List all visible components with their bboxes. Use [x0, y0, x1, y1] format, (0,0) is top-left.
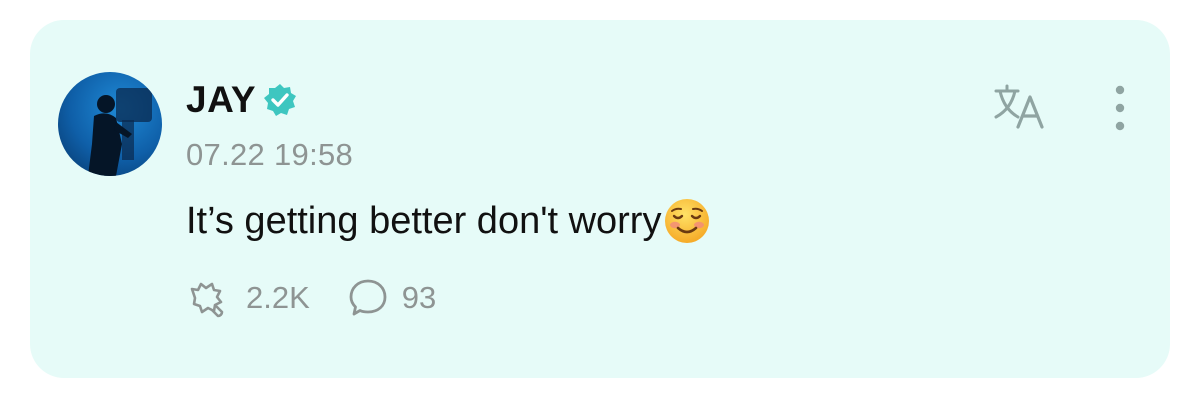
author-row: JAY: [186, 78, 298, 122]
post-body: It’s getting better don't worry: [186, 196, 711, 246]
comment-count: 93: [401, 280, 437, 315]
post-timestamp: 07.22 19:58: [186, 137, 354, 172]
post-text: It’s getting better don't worry: [186, 199, 662, 242]
comment-button[interactable]: 93: [346, 276, 436, 320]
translate-icon[interactable]: [992, 83, 1054, 131]
post-actions: 2.2K 93: [186, 276, 436, 320]
avatar-image: [58, 72, 162, 176]
like-button[interactable]: 2.2K: [186, 276, 310, 320]
comment-bubble-icon: [349, 279, 387, 316]
more-vertical-icon[interactable]: [1102, 82, 1138, 134]
smiling-face-icon: [665, 199, 710, 243]
avatar[interactable]: [58, 72, 162, 176]
like-count: 2.2K: [246, 280, 310, 315]
post-card: JAY 07.22 19:58 It’s getting better don'…: [30, 20, 1170, 378]
verified-badge-icon: [264, 84, 297, 116]
like-icon: [190, 282, 224, 318]
author-name[interactable]: JAY: [186, 79, 256, 121]
